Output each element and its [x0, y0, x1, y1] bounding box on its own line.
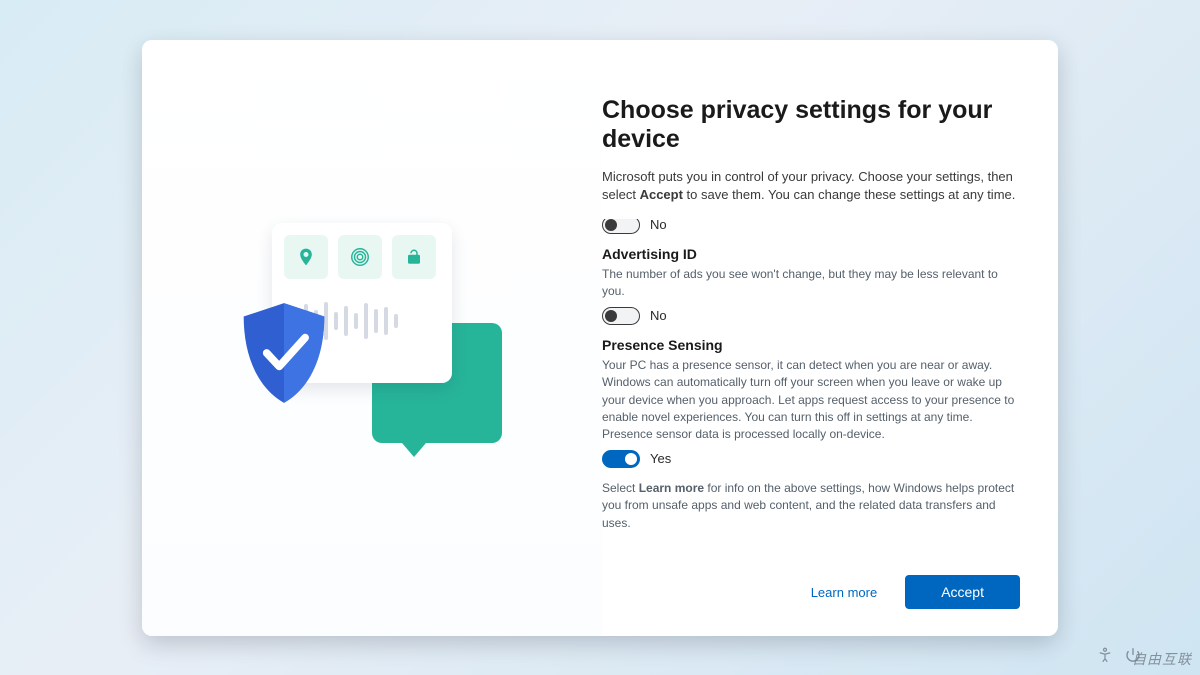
options-scroll-area[interactable]: may be less relevant to you. No Advertis…: [602, 219, 1020, 556]
illustration-pane: [142, 40, 602, 636]
oobe-privacy-window: Choose privacy settings for your device …: [142, 40, 1058, 636]
option-presence-sensing: Presence Sensing Your PC has a presence …: [602, 337, 1020, 468]
unlock-icon: [392, 235, 436, 279]
content-pane: Choose privacy settings for your device …: [602, 40, 1058, 636]
accessibility-icon[interactable]: [1096, 646, 1114, 669]
toggle-presence-label: Yes: [650, 451, 671, 466]
option-presence-title: Presence Sensing: [602, 337, 1020, 353]
option-presence-desc: Your PC has a presence sensor, it can de…: [602, 357, 1020, 444]
learn-more-note: Select Learn more for info on the above …: [602, 480, 1020, 532]
toggle-advertising[interactable]: [602, 307, 640, 325]
footer-actions: Learn more Accept: [602, 557, 1020, 614]
accept-button[interactable]: Accept: [905, 575, 1020, 609]
watermark-text: 自由互联: [1132, 649, 1192, 669]
page-title: Choose privacy settings for your device: [602, 96, 1020, 154]
toggle-presence[interactable]: [602, 450, 640, 468]
option-advertising-title: Advertising ID: [602, 246, 1020, 262]
toggle-advertising-label: No: [650, 308, 667, 323]
toggle-previous[interactable]: [602, 219, 640, 234]
shield-check-icon: [236, 299, 332, 407]
fingerprint-icon: [338, 235, 382, 279]
option-advertising-id: Advertising ID The number of ads you see…: [602, 246, 1020, 325]
toggle-previous-label: No: [650, 219, 667, 232]
location-pin-icon: [284, 235, 328, 279]
privacy-illustration: [242, 223, 502, 453]
option-advertising-desc: The number of ads you see won't change, …: [602, 266, 1020, 301]
option-previous-partial: may be less relevant to you. No: [602, 219, 1020, 234]
learn-more-button[interactable]: Learn more: [797, 575, 891, 610]
intro-text: Microsoft puts you in control of your pr…: [602, 168, 1020, 206]
